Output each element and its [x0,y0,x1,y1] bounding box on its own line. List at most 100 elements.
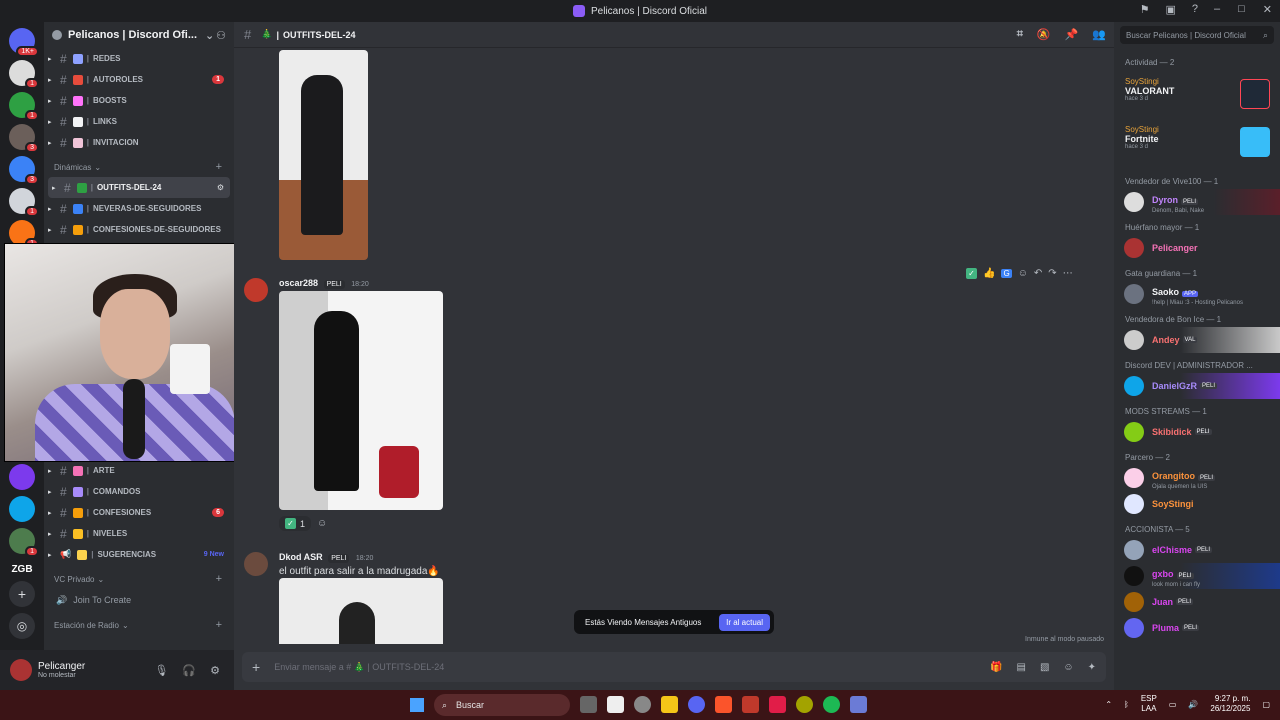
channel-outfits-del-24[interactable]: ▸ # | OUTFITS-DEL-24 ⚙ [48,177,230,198]
avatar[interactable] [10,659,32,681]
minimize-icon[interactable]: – [1214,3,1220,16]
language-indicator[interactable]: ESP LAA [1141,694,1157,714]
search-input[interactable]: Buscar Pelicanos | Discord Oficial ⌕ [1120,26,1274,44]
category-dinamicas[interactable]: Dinámicas ⌄ + [44,157,234,177]
emoji-icon[interactable]: ☺ [1063,662,1073,673]
message-author[interactable]: Dkod ASR [279,552,323,562]
avatar[interactable] [244,278,268,302]
task-view-icon[interactable] [580,696,597,713]
screen-icon[interactable]: ▣ [1165,3,1175,16]
channel-boosts[interactable]: ▸ # | BOOSTS [44,90,234,111]
activity-card[interactable]: SoyStingi VALORANT hace 3 d [1118,73,1276,115]
channel-links[interactable]: ▸ # | LINKS [44,111,234,132]
outfit-image-2[interactable] [279,291,443,510]
server-header[interactable]: Pelicanos | Discord Ofi... ⌄ ⚇ [44,22,234,48]
more-options-icon[interactable]: ⋯ [1063,268,1073,279]
channel-sugerencias[interactable]: ▸ 📢 | SUGERENCIAS 9 New [44,544,234,565]
inbox-flag-icon[interactable]: ⚑ [1140,3,1150,16]
channel-invitacion[interactable]: ▸ # | INVITACION [44,132,234,153]
channel-confesiones[interactable]: ▸ # | CONFESIONES 6 [44,502,234,523]
member-item[interactable]: Andey VAL [1114,327,1280,353]
network-icon[interactable]: ▭ [1169,700,1177,709]
discover-icon[interactable]: ◎ [9,613,35,639]
thumbs-up-icon[interactable]: 👍 [983,268,995,279]
notion-icon[interactable] [607,696,624,713]
server-icon-3[interactable]: 3 [9,124,39,153]
outfit-image-3[interactable] [279,578,443,644]
g-reaction-icon[interactable]: G [1001,269,1012,278]
channel-niveles[interactable]: ▸ # | NIVELES [44,523,234,544]
channel-arte[interactable]: ▸ # | ARTE [44,460,234,481]
gif-icon[interactable]: ▤ [1016,662,1025,673]
member-item[interactable]: Orangitoo PELI Ojala quemen la UIS [1114,465,1280,491]
category-radio[interactable]: Estación de Radio ⌄ + [44,615,234,635]
check-reaction-icon[interactable]: ✓ [966,268,977,279]
add-reaction-icon[interactable]: ☺ [1018,268,1028,279]
mute-icon[interactable]: 🔕 [1037,28,1051,41]
notification-icon[interactable]: ▢ [1262,700,1270,709]
member-item[interactable]: Pluma PELI [1114,615,1280,641]
channel-confesiones-seguidores[interactable]: ▸ # | CONFESIONES-DE-SEGUIDORES [44,219,234,240]
help-icon[interactable]: ? [1192,3,1198,16]
taskbar-search[interactable]: ⌕ Buscar [434,694,570,716]
close-icon[interactable]: ✕ [1263,3,1272,16]
jump-to-present-button[interactable]: Ir al actual [719,613,770,631]
member-item[interactable]: SoyStingi [1114,491,1280,517]
obs-icon[interactable] [634,696,651,713]
maximize-icon[interactable]: □ [1238,3,1245,16]
member-item[interactable]: gxbo PELI look mom i can fly [1114,563,1280,589]
add-server-icon[interactable]: + [9,581,35,607]
clock[interactable]: 9:27 p. m. 26/12/2025 [1210,694,1250,714]
channel-neveras[interactable]: ▸ # | NEVERAS-DE-SEGUIDORES [44,198,234,219]
windows-start-icon[interactable] [410,698,424,712]
xampp-icon[interactable] [769,696,786,713]
brave-icon[interactable] [715,696,732,713]
add-reaction-icon[interactable]: ☺ [317,518,327,529]
pin-icon[interactable]: 📌 [1065,28,1079,41]
channel-redes[interactable]: ▸ # | REDES [44,48,234,69]
app-icon[interactable] [796,696,813,713]
gift-icon[interactable]: 🎁 [990,662,1002,673]
headphones-icon[interactable]: 🎧 [182,664,196,677]
discord-app-icon[interactable] [688,696,705,713]
member-item[interactable]: Dyron PELI Denom, Babi, Nake [1114,189,1280,215]
member-item[interactable]: Saoko APP !help | Miau :3 - Hosting Pelica… [1114,281,1280,307]
voice-join-to-create[interactable]: 🔊 Join To Create [44,589,234,611]
avatar[interactable] [244,552,268,576]
bluetooth-icon[interactable]: ᛒ [1124,700,1129,709]
app-icon[interactable] [742,696,759,713]
member-item[interactable]: DanielGzR PELI [1114,373,1280,399]
category-vc-privado[interactable]: VC Privado ⌄ + [44,569,234,589]
add-member-icon[interactable]: ⚇ [216,29,226,42]
member-item[interactable]: Juan PELI [1114,589,1280,615]
file-explorer-icon[interactable] [661,696,678,713]
channel-comandos[interactable]: ▸ # | COMANDOS [44,481,234,502]
volume-icon[interactable]: 🔊 [1188,700,1198,709]
server-icon-2[interactable]: 1 [9,92,39,121]
server-text-icon[interactable]: ZGB [0,564,44,575]
server-icon-5[interactable]: 1 [9,188,39,217]
member-item[interactable]: Skibidick PELI [1114,419,1280,445]
app-icon[interactable] [850,696,867,713]
message-author[interactable]: oscar288 [279,278,318,288]
message-composer[interactable]: + Enviar mensaje a # 🎄 | OUTFITS-DEL-24 … [242,652,1106,682]
attach-plus-icon[interactable]: + [252,659,260,675]
chevron-up-icon[interactable]: ⌃ [1105,700,1112,709]
server-icon-4[interactable]: 3 [9,156,39,185]
server-icon-7[interactable] [9,464,35,490]
channel-autoroles[interactable]: ▸ # | AUTOROLES 1 [44,69,234,90]
composer-placeholder[interactable]: Enviar mensaje a # 🎄 | OUTFITS-DEL-24 [274,662,444,673]
activity-card[interactable]: SoyStingi Fortnite hace 3 d [1118,121,1276,163]
gear-icon[interactable]: ⚙ [210,664,220,677]
reaction-check[interactable]: ✓ 1 [279,516,312,531]
sticker-icon[interactable]: ▧ [1040,662,1049,673]
member-item[interactable]: Pelicanger [1114,235,1280,261]
outfit-image-1[interactable] [279,50,368,260]
forward-icon[interactable]: ↷ [1048,268,1056,279]
server-icon-1[interactable]: 1 [9,60,39,89]
spotify-icon[interactable] [823,696,840,713]
member-item[interactable]: elChisme PELI [1114,537,1280,563]
microphone-icon[interactable]: 🎙 [154,664,168,677]
server-icon-9[interactable]: 1 [9,528,39,557]
reply-icon[interactable]: ↶ [1034,268,1042,279]
